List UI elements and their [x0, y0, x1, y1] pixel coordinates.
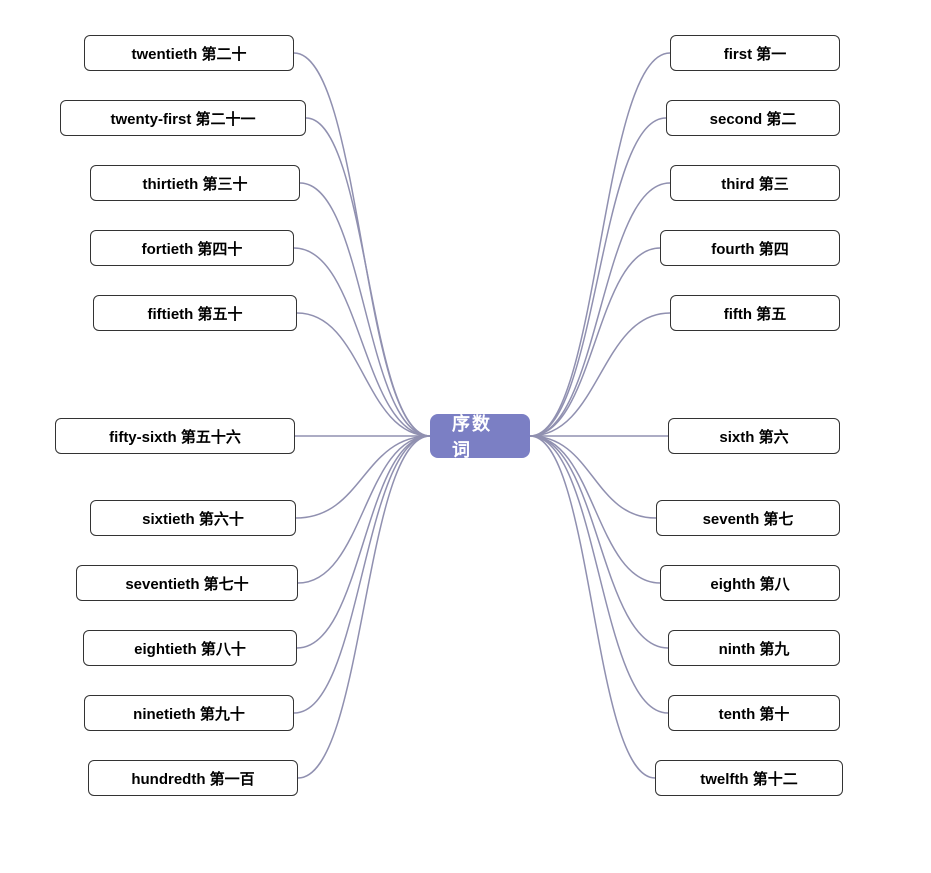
- left-node-seventieth: seventieth 第七十: [76, 565, 298, 601]
- left-node-twentieth: twentieth 第二十: [84, 35, 294, 71]
- left-node-hundredth: hundredth 第一百: [88, 760, 298, 796]
- right-node-first: first 第一: [670, 35, 840, 71]
- left-node-twenty-first: twenty-first 第二十一: [60, 100, 306, 136]
- right-node-fourth: fourth 第四: [660, 230, 840, 266]
- right-node-seventh: seventh 第七: [656, 500, 840, 536]
- left-node-sixtieth: sixtieth 第六十: [90, 500, 296, 536]
- left-node-fiftieth: fiftieth 第五十: [93, 295, 297, 331]
- left-node-fortieth: fortieth 第四十: [90, 230, 294, 266]
- center-node: 序数词: [430, 414, 530, 458]
- right-node-second: second 第二: [666, 100, 840, 136]
- left-node-eightieth: eightieth 第八十: [83, 630, 297, 666]
- right-node-eighth: eighth 第八: [660, 565, 840, 601]
- mind-map: 序数词 twentieth 第二十 twenty-first 第二十一 thirtie…: [0, 0, 931, 873]
- right-node-sixth: sixth 第六: [668, 418, 840, 454]
- right-node-tenth: tenth 第十: [668, 695, 840, 731]
- right-node-third: third 第三: [670, 165, 840, 201]
- right-node-ninth: ninth 第九: [668, 630, 840, 666]
- left-node-ninetieth: ninetieth 第九十: [84, 695, 294, 731]
- right-node-fifth: fifth 第五: [670, 295, 840, 331]
- right-node-twelfth: twelfth 第十二: [655, 760, 843, 796]
- left-node-thirtieth: thirtieth 第三十: [90, 165, 300, 201]
- left-node-fifty-sixth: fifty-sixth 第五十六: [55, 418, 295, 454]
